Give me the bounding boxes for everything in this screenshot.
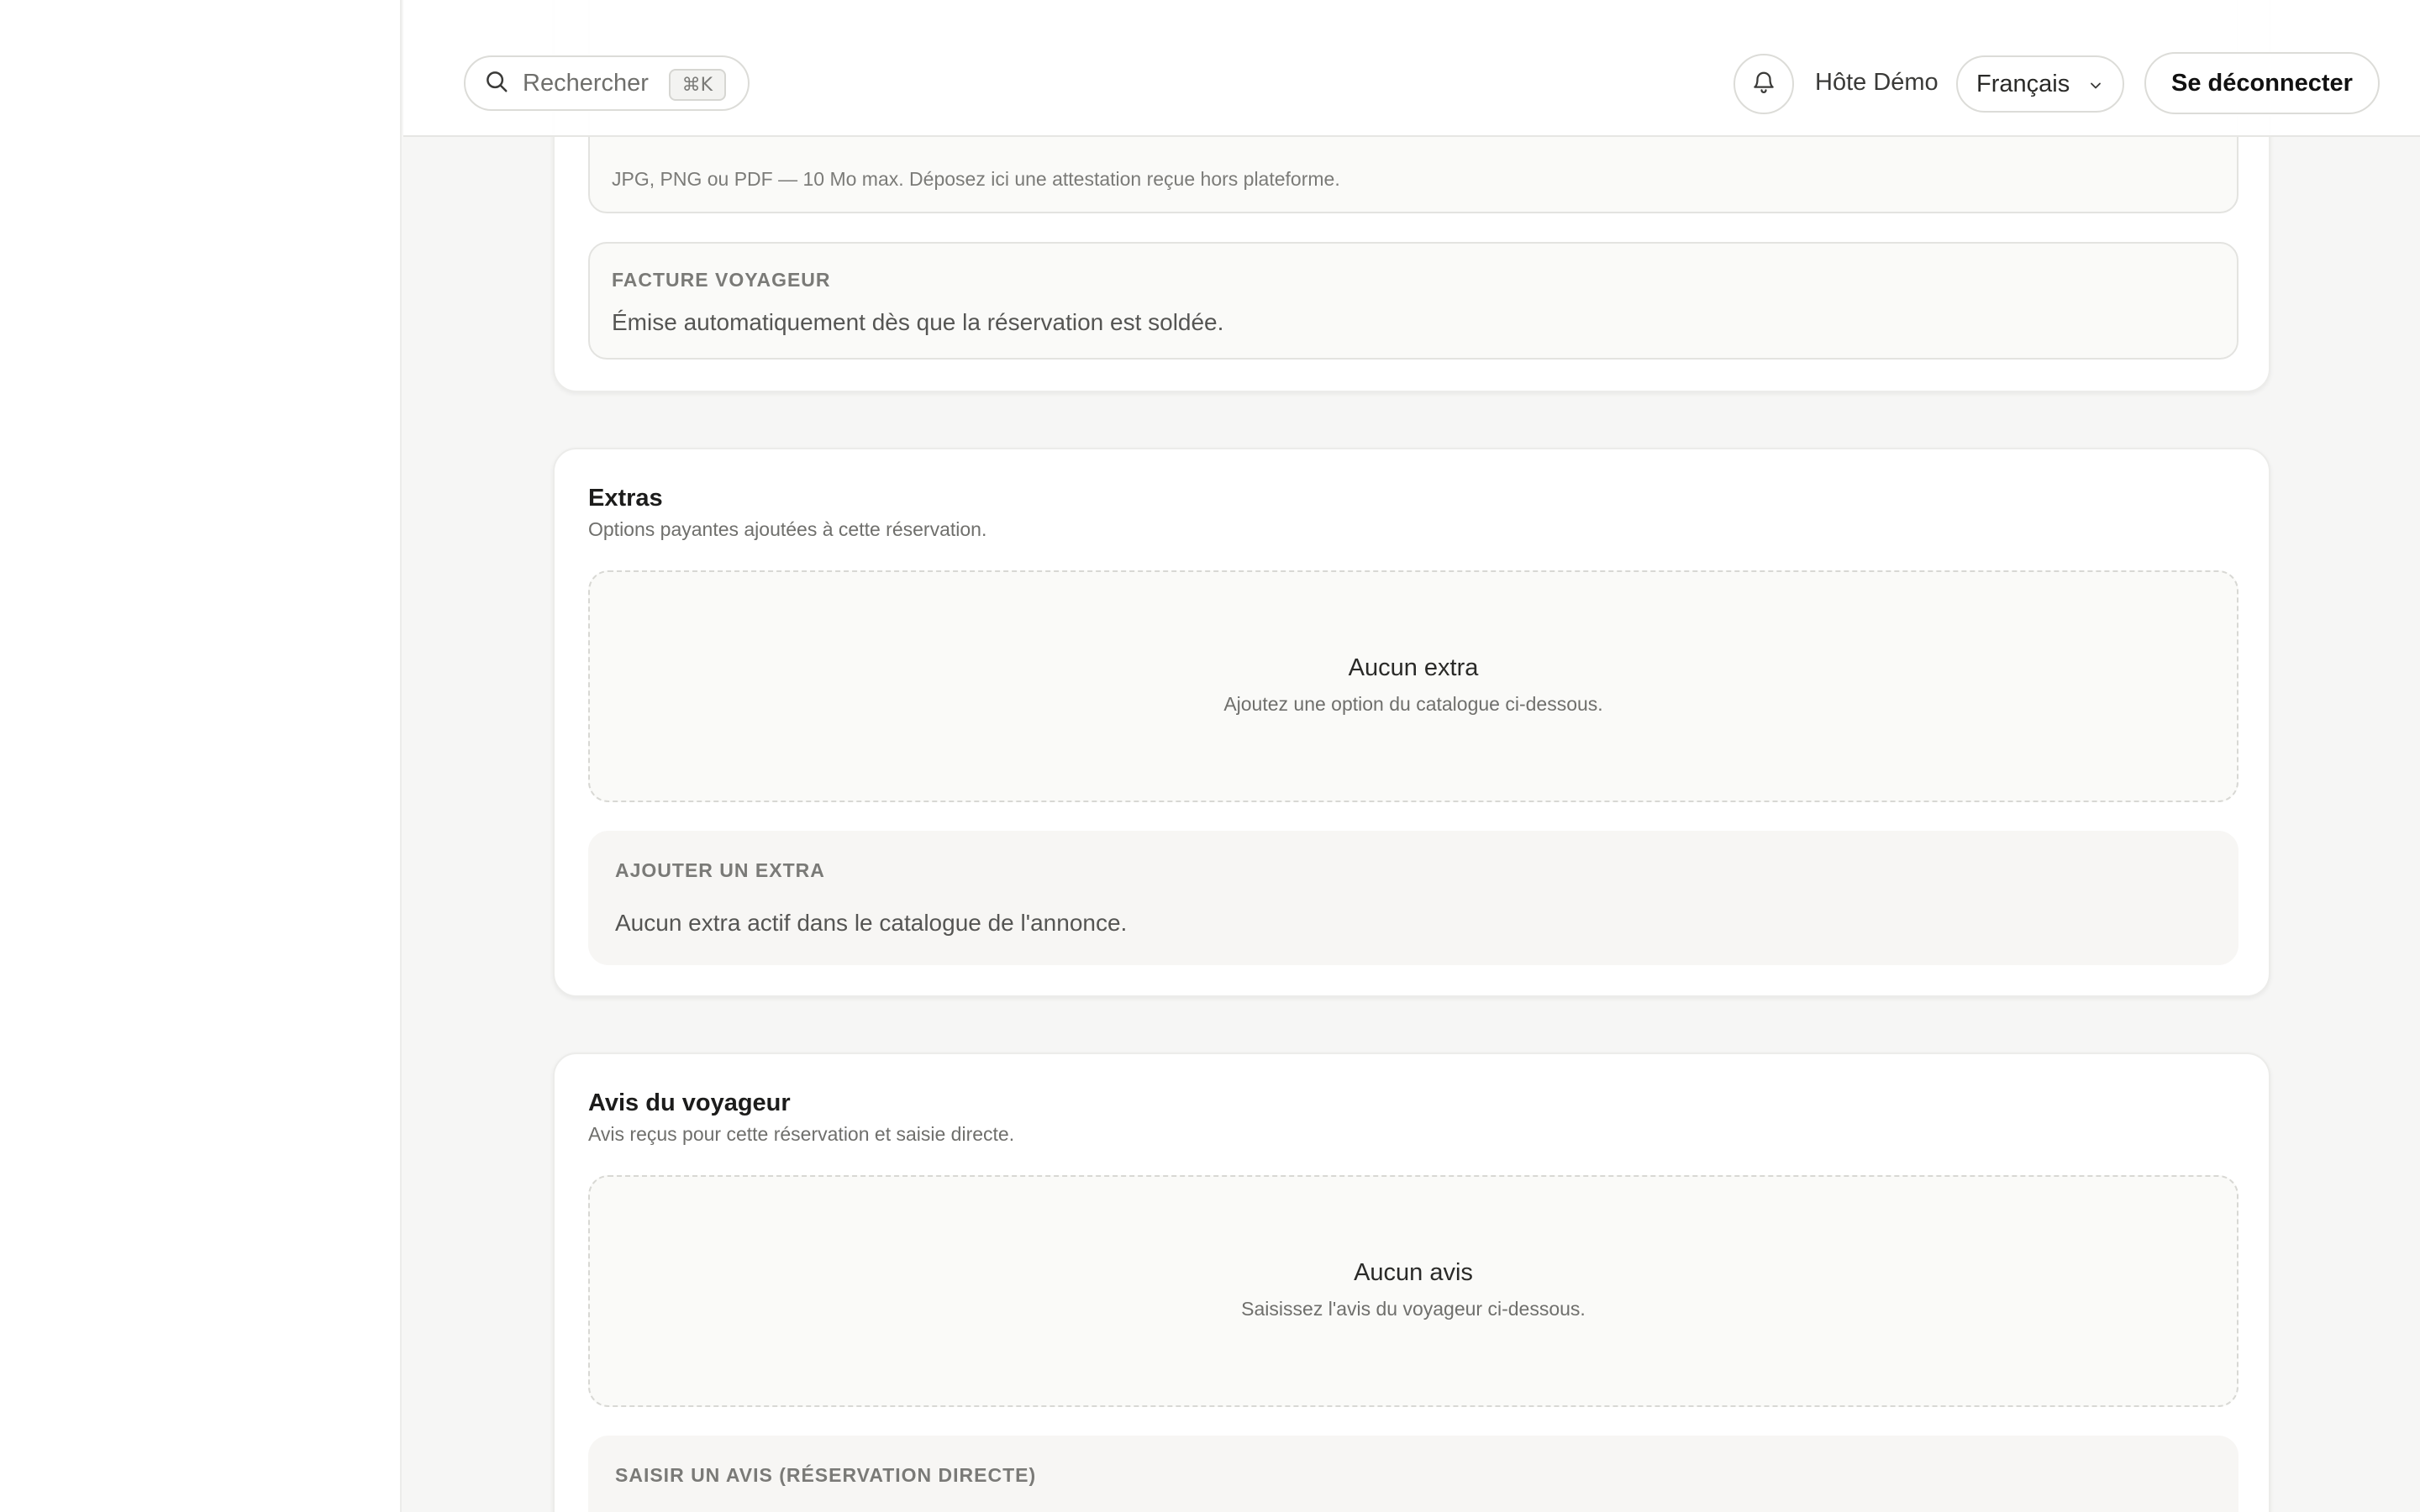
language-select[interactable]: Français <box>1956 55 2124 113</box>
add-review-box: SAISIR UN AVIS (RÉSERVATION DIRECTE) <box>588 1436 2238 1512</box>
upload-hint: JPG, PNG ou PDF — 10 Mo max. Déposez ici… <box>612 168 1340 190</box>
search-placeholder: Rechercher <box>523 69 649 97</box>
reviews-empty-title: Aucun avis <box>1354 1259 1473 1286</box>
add-review-label: SAISIR UN AVIS (RÉSERVATION DIRECTE) <box>615 1464 1037 1486</box>
bell-icon <box>1751 70 1776 99</box>
search-shortcut: ⌘K <box>668 69 726 101</box>
sidebar <box>0 0 402 1512</box>
extras-empty-subtitle: Ajoutez une option du catalogue ci-desso… <box>1223 693 1603 715</box>
user-name: Hôte Démo <box>1815 69 1939 96</box>
add-extra-label: AJOUTER UN EXTRA <box>615 859 825 881</box>
reviews-card: Avis du voyageur Avis reçus pour cette r… <box>553 1053 2270 1512</box>
add-extra-text: Aucun extra actif dans le catalogue de l… <box>615 910 1128 936</box>
search-icon <box>484 69 509 98</box>
language-value: Français <box>1976 70 2070 97</box>
topbar: Rechercher ⌘K Hôte Démo Français Se déco… <box>403 0 2420 137</box>
extras-empty-state: Aucun extra Ajoutez une option du catalo… <box>588 570 2238 802</box>
reviews-subtitle: Avis reçus pour cette réservation et sai… <box>588 1123 1015 1145</box>
invoice-label: FACTURE VOYAGEUR <box>612 269 831 291</box>
invoice-box: FACTURE VOYAGEUR Émise automatiquement d… <box>588 242 2238 360</box>
invoice-text: Émise automatiquement dès que la réserva… <box>612 309 1224 335</box>
reviews-title: Avis du voyageur <box>588 1089 791 1116</box>
logout-button[interactable]: Se déconnecter <box>2144 52 2380 114</box>
search-input[interactable]: Rechercher ⌘K <box>464 55 750 111</box>
extras-empty-title: Aucun extra <box>1348 654 1479 681</box>
reviews-empty-subtitle: Saisissez l'avis du voyageur ci-dessous. <box>1241 1298 1586 1320</box>
reviews-empty-state: Aucun avis Saisissez l'avis du voyageur … <box>588 1175 2238 1407</box>
extras-title: Extras <box>588 485 663 512</box>
add-extra-box: AJOUTER UN EXTRA Aucun extra actif dans … <box>588 831 2238 965</box>
extras-card: Extras Options payantes ajoutées à cette… <box>553 448 2270 997</box>
extras-subtitle: Options payantes ajoutées à cette réserv… <box>588 518 987 540</box>
notifications-button[interactable] <box>1733 54 1794 114</box>
